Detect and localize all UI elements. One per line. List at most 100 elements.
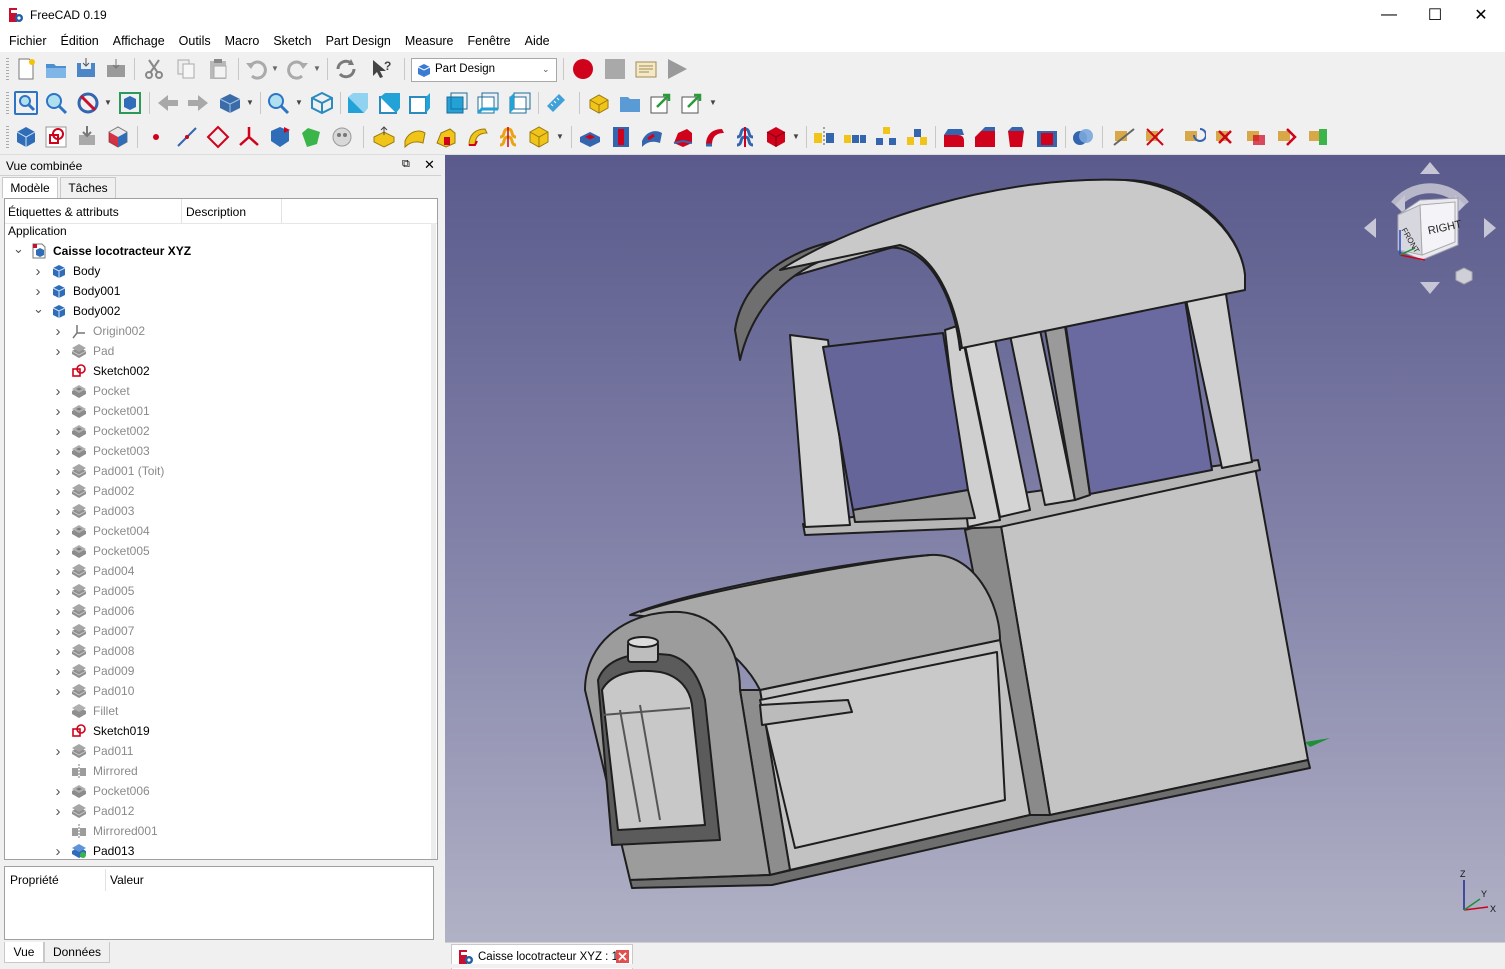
datum-line-icon[interactable] (175, 125, 199, 149)
tree-item[interactable]: › Pad005 (5, 581, 437, 601)
measure-distance-icon[interactable] (544, 91, 568, 115)
tree-item[interactable]: Fillet (5, 701, 437, 721)
hole-icon[interactable] (609, 125, 633, 149)
tree-item[interactable]: › Pad009 (5, 661, 437, 681)
close-button[interactable]: ✕ (1458, 0, 1504, 30)
new-file-icon[interactable] (14, 57, 38, 81)
local-cs-icon[interactable] (237, 125, 261, 149)
expand-arrow-icon[interactable]: › (53, 503, 63, 520)
link-icon[interactable] (649, 91, 673, 115)
mirrored-icon[interactable] (812, 125, 836, 149)
column-description-header[interactable]: Description (186, 205, 246, 219)
subtractive-pipe-icon[interactable] (702, 125, 726, 149)
subtractive-primitive-dropdown-icon[interactable]: ▼ (792, 132, 800, 141)
menu-macro[interactable]: Macro (218, 34, 267, 48)
tree-item[interactable]: › Pad012 (5, 801, 437, 821)
fit-all-icon[interactable] (14, 91, 38, 115)
macro-stop-icon[interactable] (603, 57, 627, 81)
expand-arrow-icon[interactable]: › (33, 263, 43, 280)
macro-record-icon[interactable] (571, 57, 595, 81)
tree-item[interactable]: › Pad007 (5, 621, 437, 641)
draw-style-dropdown-icon[interactable]: ▼ (104, 98, 112, 107)
3d-viewport[interactable]: RIGHT FRONT Z X Y (445, 155, 1505, 942)
expand-arrow-icon[interactable]: › (53, 663, 63, 680)
menu-outils[interactable]: Outils (172, 34, 218, 48)
float-panel-icon[interactable]: ⧉ (402, 158, 410, 171)
expand-arrow-icon[interactable]: › (53, 643, 63, 660)
additive-primitive-icon[interactable] (527, 125, 551, 149)
draft-icon[interactable] (1004, 125, 1028, 149)
menu-sketch[interactable]: Sketch (266, 34, 318, 48)
column-labels-header[interactable]: Étiquettes & attributs (8, 205, 119, 219)
subtractive-helix-icon[interactable] (733, 125, 757, 149)
datum-plane-icon[interactable] (206, 125, 230, 149)
toolbar-grip[interactable] (6, 58, 9, 80)
view-top-icon[interactable] (378, 91, 402, 115)
draw-style-icon[interactable] (76, 91, 100, 115)
measure-toggle-3d-icon[interactable] (1275, 125, 1299, 149)
tree-item[interactable]: › Pad003 (5, 501, 437, 521)
groove-icon[interactable] (640, 125, 664, 149)
menu-affichage[interactable]: Affichage (106, 34, 172, 48)
undo-icon[interactable] (244, 57, 268, 81)
tree-item[interactable]: › Pad010 (5, 681, 437, 701)
measure-angular-icon[interactable] (1143, 125, 1167, 149)
expand-arrow-icon[interactable]: › (53, 623, 63, 640)
create-group-icon[interactable] (618, 91, 642, 115)
expand-arrow-icon[interactable]: › (53, 543, 63, 560)
subtractive-primitive-icon[interactable] (764, 125, 788, 149)
pocket-icon[interactable] (578, 125, 602, 149)
tree-scrollbar[interactable] (431, 223, 436, 859)
tab-donnees[interactable]: Données (44, 942, 110, 963)
forward-icon[interactable] (186, 91, 210, 115)
boolean-icon[interactable] (1071, 125, 1095, 149)
collapse-arrow-icon[interactable]: ⌄ (33, 301, 44, 317)
link-dropdown-icon[interactable]: ▼ (709, 98, 717, 107)
collapse-arrow-icon[interactable]: ⌄ (13, 241, 24, 257)
view-bottom-icon[interactable] (476, 91, 500, 115)
subtractive-loft-icon[interactable] (671, 125, 695, 149)
validate-sketch-icon[interactable] (75, 125, 99, 149)
create-part-icon[interactable] (587, 91, 611, 115)
linear-pattern-icon[interactable] (843, 125, 867, 149)
expand-arrow-icon[interactable]: › (53, 423, 63, 440)
tree-item[interactable]: › Pocket005 (5, 541, 437, 561)
zoom-dropdown-icon[interactable]: ▼ (295, 98, 303, 107)
tree-item[interactable]: › Pocket003 (5, 441, 437, 461)
tree-item[interactable]: › Pad002 (5, 481, 437, 501)
close-panel-icon[interactable]: ✕ (424, 157, 435, 173)
cut-icon[interactable] (142, 57, 166, 81)
tree-item[interactable]: › Pocket006 (5, 781, 437, 801)
back-icon[interactable] (156, 91, 180, 115)
additive-primitive-dropdown-icon[interactable]: ▼ (556, 132, 564, 141)
clone-icon[interactable] (106, 125, 130, 149)
std-views-icon[interactable] (218, 91, 242, 115)
tree-item[interactable]: Sketch019 (5, 721, 437, 741)
toolbar-grip[interactable] (6, 92, 9, 114)
nav-cube-menu-icon[interactable] (1455, 267, 1473, 285)
expand-arrow-icon[interactable]: › (53, 683, 63, 700)
expand-arrow-icon[interactable]: › (53, 783, 63, 800)
tree-item[interactable]: › Origin002 (5, 321, 437, 341)
expand-arrow-icon[interactable]: › (53, 323, 63, 340)
tab-taches[interactable]: Tâches (60, 177, 116, 198)
expand-arrow-icon[interactable]: › (53, 563, 63, 580)
tree-item[interactable]: Mirrored (5, 761, 437, 781)
additive-loft-icon[interactable] (434, 125, 458, 149)
bounding-box-icon[interactable] (118, 91, 142, 115)
macro-edit-icon[interactable] (634, 57, 658, 81)
tab-modele[interactable]: Modèle (2, 177, 58, 198)
model-tree[interactable]: Étiquettes & attributs Description Appli… (4, 198, 438, 860)
additive-helix-icon[interactable] (496, 125, 520, 149)
tree-item[interactable]: ⌄ Body002 (5, 301, 437, 321)
tree-item[interactable]: ⌄ Caisse locotracteur XYZ (5, 241, 437, 261)
open-file-icon[interactable] (44, 57, 68, 81)
workbench-selector[interactable]: Part Design ⌄ (411, 58, 557, 82)
chamfer-icon[interactable] (973, 125, 997, 149)
tree-item[interactable]: Mirrored001 (5, 821, 437, 841)
tree-item[interactable]: › Pad013 (5, 841, 437, 860)
tree-item[interactable]: › Pad (5, 341, 437, 361)
pad-icon[interactable] (372, 125, 396, 149)
link-actions-icon[interactable] (680, 91, 704, 115)
create-sketch-icon[interactable] (44, 125, 68, 149)
